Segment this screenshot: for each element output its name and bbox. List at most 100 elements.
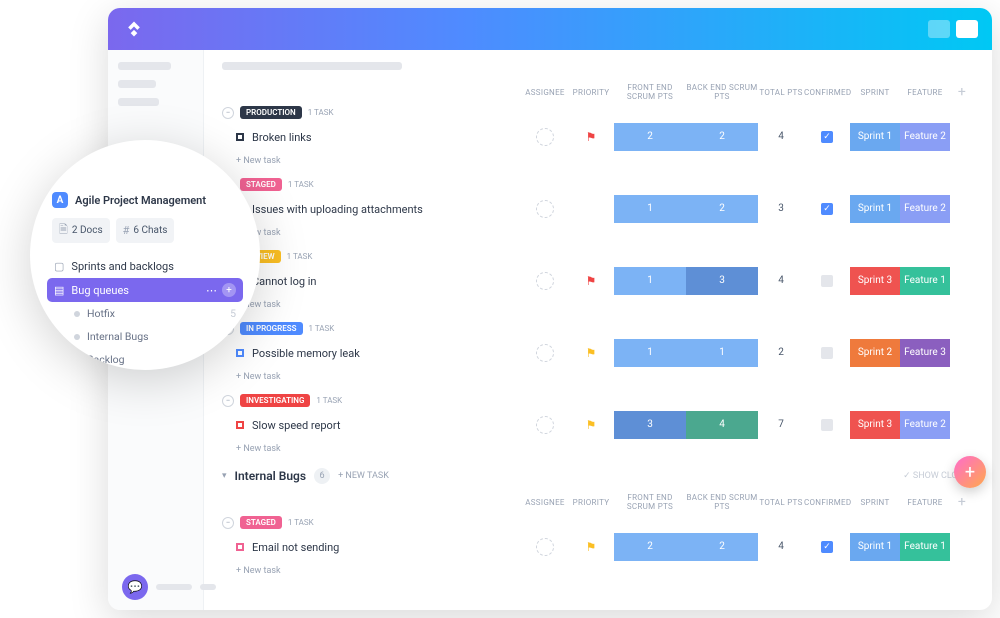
new-task-link[interactable]: + New task (222, 439, 974, 456)
list-item[interactable]: Hotfix5 (52, 302, 238, 325)
task-row[interactable]: Email not sending⚑224✓Sprint 1Feature 1 (222, 533, 974, 561)
topbar (108, 8, 992, 50)
chats-chip[interactable]: #6 Chats (116, 218, 175, 243)
fab-new[interactable]: + (954, 456, 986, 488)
group-prog: −IN PROGRESS1 TASKPossible memory leak⚑1… (222, 322, 974, 384)
task-row[interactable]: Cannot log in⚑134Sprint 3Feature 1 (222, 267, 974, 295)
task-count: 1 TASK (308, 108, 334, 117)
collapse-icon[interactable]: ▾ (222, 471, 227, 481)
priority-flag-icon[interactable]: ⚑ (586, 540, 597, 554)
sprint-tag[interactable]: Sprint 2 (850, 339, 900, 367)
new-task-link[interactable]: + New task (222, 295, 974, 312)
priority-flag-icon[interactable]: ⚑ (586, 274, 597, 288)
column-headers-2: ASSIGNEE PRIORITY FRONT END SCRUM PTS BA… (222, 492, 974, 512)
be-points[interactable]: 2 (686, 123, 758, 151)
add-list-icon[interactable]: + (222, 283, 236, 297)
section-internal-bugs: ▾ Internal Bugs 6 + NEW TASK ✓ SHOW CLOS… (222, 468, 974, 484)
sprint-tag[interactable]: Sprint 1 (850, 123, 900, 151)
topbar-btn-1[interactable] (928, 20, 950, 38)
sprint-tag[interactable]: Sprint 1 (850, 195, 900, 223)
list-item[interactable]: Internal Bugs5 (52, 325, 238, 348)
be-points[interactable]: 1 (686, 339, 758, 367)
task-row[interactable]: Issues with uploading attachments123✓Spr… (222, 195, 974, 223)
add-column-icon[interactable]: + (950, 494, 974, 510)
feature-tag[interactable]: Feature 2 (900, 123, 950, 151)
add-column-icon[interactable]: + (950, 84, 974, 100)
assignee-avatar[interactable] (536, 128, 554, 146)
feature-tag[interactable]: Feature 1 (900, 267, 950, 295)
sprint-tag[interactable]: Sprint 1 (850, 533, 900, 561)
assignee-avatar[interactable] (536, 416, 554, 434)
group-staged: −STAGED1 TASKEmail not sending⚑224✓Sprin… (222, 516, 974, 578)
collapse-icon[interactable]: − (222, 107, 234, 119)
total-points: 4 (758, 533, 804, 561)
fe-points[interactable]: 2 (614, 123, 686, 151)
column-headers: ASSIGNEE PRIORITY FRONT END SCRUM PTS BA… (222, 82, 974, 102)
status-badge[interactable]: STAGED (240, 516, 282, 529)
status-square-icon[interactable] (236, 133, 244, 141)
more-icon[interactable]: ⋯ (206, 284, 217, 297)
confirmed-checkbox[interactable]: ✓ (821, 541, 833, 553)
confirmed-checkbox[interactable]: ✓ (821, 131, 833, 143)
feature-tag[interactable]: Feature 2 (900, 195, 950, 223)
app-logo[interactable] (122, 17, 146, 41)
priority-flag-icon[interactable]: ⚑ (586, 418, 597, 432)
topbar-btn-2[interactable] (956, 20, 978, 38)
new-task-link[interactable]: + New task (222, 151, 974, 168)
assignee-avatar[interactable] (536, 538, 554, 556)
status-badge[interactable]: INVESTIGATING (240, 394, 310, 407)
task-row[interactable]: Slow speed report⚑347Sprint 3Feature 2 (222, 411, 974, 439)
priority-flag-icon[interactable]: ⚑ (586, 346, 597, 360)
assignee-avatar[interactable] (536, 200, 554, 218)
assignee-avatar[interactable] (536, 344, 554, 362)
sidebar-popup: A Agile Project Management 🗎2 Docs #6 Ch… (30, 140, 260, 370)
status-badge[interactable]: PRODUCTION (240, 106, 302, 119)
task-title: Broken links (252, 131, 312, 144)
status-badge[interactable]: STAGED (240, 178, 282, 191)
status-square-icon[interactable] (236, 543, 244, 551)
status-square-icon[interactable] (236, 421, 244, 429)
collapse-icon[interactable]: − (222, 395, 234, 407)
be-points[interactable]: 4 (686, 411, 758, 439)
chat-fab[interactable]: 💬 (122, 574, 216, 600)
new-task-link[interactable]: + New task (222, 223, 974, 240)
sprint-tag[interactable]: Sprint 3 (850, 267, 900, 295)
new-task-link[interactable]: + NEW TASK (338, 471, 389, 481)
confirmed-checkbox[interactable] (821, 347, 833, 359)
confirmed-checkbox[interactable] (821, 275, 833, 287)
task-count: 1 TASK (309, 324, 335, 333)
total-points: 4 (758, 123, 804, 151)
feature-tag[interactable]: Feature 2 (900, 411, 950, 439)
feature-tag[interactable]: Feature 3 (900, 339, 950, 367)
folder-bug-queues[interactable]: ▤Bug queues ⋯+ (47, 278, 243, 302)
be-points[interactable]: 2 (686, 533, 758, 561)
main-content: ASSIGNEE PRIORITY FRONT END SCRUM PTS BA… (204, 50, 992, 610)
fe-points[interactable]: 1 (614, 195, 686, 223)
fe-points[interactable]: 1 (614, 267, 686, 295)
task-title: Issues with uploading attachments (252, 203, 423, 216)
section-title: Internal Bugs (235, 469, 307, 483)
docs-chip[interactable]: 🗎2 Docs (52, 218, 110, 243)
collapse-icon[interactable]: − (222, 517, 234, 529)
task-row[interactable]: Broken links⚑224✓Sprint 1Feature 2 (222, 123, 974, 151)
priority-flag-icon[interactable]: ⚑ (586, 130, 597, 144)
assignee-avatar[interactable] (536, 272, 554, 290)
confirmed-checkbox[interactable] (821, 419, 833, 431)
folder-sprints[interactable]: ▢Sprints and backlogs (52, 255, 238, 278)
fe-points[interactable]: 3 (614, 411, 686, 439)
confirmed-checkbox[interactable]: ✓ (821, 203, 833, 215)
total-points: 2 (758, 339, 804, 367)
new-task-link[interactable]: + New task (222, 367, 974, 384)
feature-tag[interactable]: Feature 1 (900, 533, 950, 561)
task-title: Possible memory leak (252, 347, 360, 360)
be-points[interactable]: 2 (686, 195, 758, 223)
workspace-header[interactable]: A Agile Project Management (52, 192, 238, 208)
fe-points[interactable]: 2 (614, 533, 686, 561)
status-badge[interactable]: IN PROGRESS (240, 322, 303, 335)
new-task-link[interactable]: + New task (222, 561, 974, 578)
fe-points[interactable]: 1 (614, 339, 686, 367)
status-square-icon[interactable] (236, 349, 244, 357)
task-row[interactable]: Possible memory leak⚑112Sprint 2Feature … (222, 339, 974, 367)
sprint-tag[interactable]: Sprint 3 (850, 411, 900, 439)
be-points[interactable]: 3 (686, 267, 758, 295)
